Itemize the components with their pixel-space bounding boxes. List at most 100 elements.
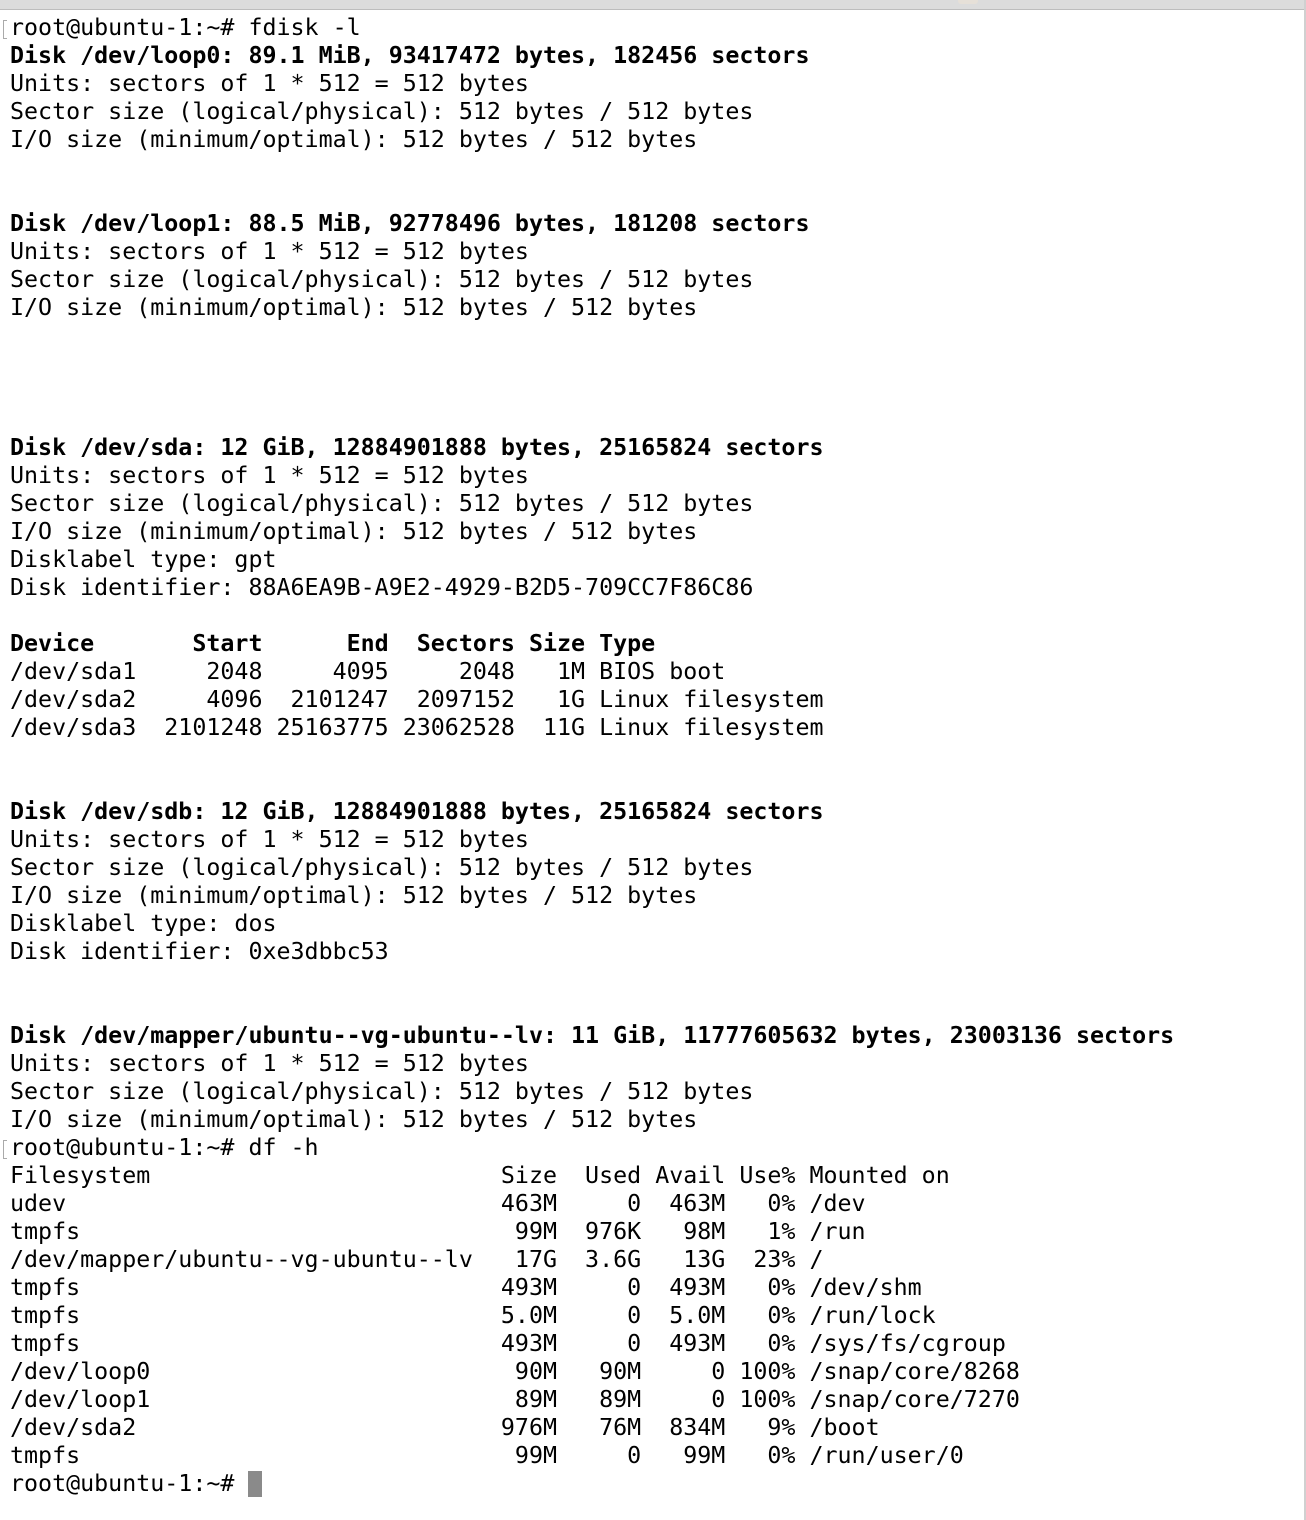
terminal-line: udev 463M 0 463M 0% /dev: [10, 1190, 1300, 1218]
terminal-line: tmpfs 99M 976K 98M 1% /run: [10, 1218, 1300, 1246]
terminal-line: tmpfs 99M 0 99M 0% /run/user/0: [10, 1442, 1300, 1470]
window-top-border: [0, 0, 1306, 10]
terminal-line: Sector size (logical/physical): 512 byte…: [10, 490, 1300, 518]
prompt-text: root@ubuntu-1:~#: [10, 1470, 249, 1497]
line-text: Sector size (logical/physical): 512 byte…: [10, 490, 754, 517]
terminal-line: I/O size (minimum/optimal): 512 bytes / …: [10, 294, 1300, 322]
line-text: root@ubuntu-1:~# df -h: [10, 1134, 319, 1161]
line-text: /dev/sda2 4096 2101247 2097152 1G Linux …: [10, 686, 824, 713]
line-text: tmpfs 493M 0 493M 0% /dev/shm: [10, 1274, 922, 1301]
terminal-line: /dev/loop1 89M 89M 0 100% /snap/core/727…: [10, 1386, 1300, 1414]
line-text: /dev/loop0 90M 90M 0 100% /snap/core/826…: [10, 1358, 1020, 1385]
terminal-line: root@ubuntu-1:~# df -h: [3, 1134, 1300, 1162]
terminal-line: Units: sectors of 1 * 512 = 512 bytes: [10, 238, 1300, 266]
line-text: tmpfs 99M 0 99M 0% /run/user/0: [10, 1442, 964, 1469]
line-text: root@ubuntu-1:~# fdisk -l: [10, 14, 361, 41]
terminal-line: Sector size (logical/physical): 512 byte…: [10, 266, 1300, 294]
line-text: tmpfs 5.0M 0 5.0M 0% /run/lock: [10, 1302, 936, 1329]
terminal-line: Disklabel type: gpt: [10, 546, 1300, 574]
line-text: Disk identifier: 88A6EA9B-A9E2-4929-B2D5…: [10, 574, 754, 601]
terminal-line: Disk identifier: 88A6EA9B-A9E2-4929-B2D5…: [10, 574, 1300, 602]
terminal-line: Sector size (logical/physical): 512 byte…: [10, 854, 1300, 882]
line-text: Sector size (logical/physical): 512 byte…: [10, 1078, 754, 1105]
terminal-line: Disk /dev/loop1: 88.5 MiB, 92778496 byte…: [10, 210, 1300, 238]
terminal-line: /dev/sda2 4096 2101247 2097152 1G Linux …: [10, 686, 1300, 714]
line-text: /dev/sda2 976M 76M 834M 9% /boot: [10, 1414, 880, 1441]
terminal-line: root@ubuntu-1:~# fdisk -l: [3, 14, 1300, 42]
cursor-icon: [248, 1471, 263, 1497]
terminal-line: Units: sectors of 1 * 512 = 512 bytes: [10, 1050, 1300, 1078]
terminal-line: I/O size (minimum/optimal): 512 bytes / …: [10, 1106, 1300, 1134]
line-text: tmpfs 493M 0 493M 0% /sys/fs/cgroup: [10, 1330, 1006, 1357]
line-text: Units: sectors of 1 * 512 = 512 bytes: [10, 1050, 529, 1077]
line-text: I/O size (minimum/optimal): 512 bytes / …: [10, 518, 698, 545]
terminal-line: /dev/mapper/ubuntu--vg-ubuntu--lv 17G 3.…: [10, 1246, 1300, 1274]
terminal-line: /dev/sda3 2101248 25163775 23062528 11G …: [10, 714, 1300, 742]
line-text: Sector size (logical/physical): 512 byte…: [10, 854, 754, 881]
terminal-line: Disk /dev/mapper/ubuntu--vg-ubuntu--lv: …: [10, 1022, 1300, 1050]
terminal-line: I/O size (minimum/optimal): 512 bytes / …: [10, 518, 1300, 546]
terminal-line: Disk /dev/sda: 12 GiB, 12884901888 bytes…: [10, 434, 1300, 462]
terminal-line: Units: sectors of 1 * 512 = 512 bytes: [10, 70, 1300, 98]
terminal-line: tmpfs 493M 0 493M 0% /dev/shm: [10, 1274, 1300, 1302]
terminal-line: /dev/loop0 90M 90M 0 100% /snap/core/826…: [10, 1358, 1300, 1386]
line-text: Disklabel type: dos: [10, 910, 277, 937]
line-text: Units: sectors of 1 * 512 = 512 bytes: [10, 70, 529, 97]
terminal-line: Disk identifier: 0xe3dbbc53: [10, 938, 1300, 966]
line-text: Units: sectors of 1 * 512 = 512 bytes: [10, 462, 529, 489]
line-text: /dev/sda1 2048 4095 2048 1M BIOS boot: [10, 658, 726, 685]
line-text: I/O size (minimum/optimal): 512 bytes / …: [10, 126, 698, 153]
terminal-line: /dev/sda2 976M 76M 834M 9% /boot: [10, 1414, 1300, 1442]
terminal-line: Disk /dev/loop0: 89.1 MiB, 93417472 byte…: [10, 42, 1300, 70]
terminal-line: Sector size (logical/physical): 512 byte…: [10, 1078, 1300, 1106]
line-text: /dev/sda3 2101248 25163775 23062528 11G …: [10, 714, 824, 741]
terminal-line: Sector size (logical/physical): 512 byte…: [10, 98, 1300, 126]
line-text: udev 463M 0 463M 0% /dev: [10, 1190, 866, 1217]
terminal-lines: root@ubuntu-1:~# fdisk -l Disk /dev/loop0…: [3, 14, 1300, 1470]
terminal-line: I/O size (minimum/optimal): 512 bytes / …: [10, 882, 1300, 910]
terminal-line: Disk /dev/sdb: 12 GiB, 12884901888 bytes…: [10, 798, 1300, 826]
terminal-line: Device Start End Sectors Size Type: [10, 630, 1300, 658]
line-text: Disk /dev/sdb: 12 GiB, 12884901888 bytes…: [10, 798, 824, 825]
line-text: Device Start End Sectors Size Type: [10, 630, 656, 657]
line-text: Disk /dev/mapper/ubuntu--vg-ubuntu--lv: …: [10, 1022, 1175, 1049]
terminal-prompt-line[interactable]: root@ubuntu-1:~#: [10, 1470, 1300, 1498]
terminal-line: /dev/sda1 2048 4095 2048 1M BIOS boot: [10, 658, 1300, 686]
line-text: I/O size (minimum/optimal): 512 bytes / …: [10, 882, 698, 909]
line-text: Units: sectors of 1 * 512 = 512 bytes: [10, 238, 529, 265]
terminal-line: Disklabel type: dos: [10, 910, 1300, 938]
line-text: Disk /dev/loop1: 88.5 MiB, 92778496 byte…: [10, 210, 810, 237]
line-text: Disk /dev/loop0: 89.1 MiB, 93417472 byte…: [10, 42, 810, 69]
line-text: Disklabel type: gpt: [10, 546, 277, 573]
terminal-line: I/O size (minimum/optimal): 512 bytes / …: [10, 126, 1300, 154]
terminal-line: tmpfs 5.0M 0 5.0M 0% /run/lock: [10, 1302, 1300, 1330]
terminal-line: Units: sectors of 1 * 512 = 512 bytes: [10, 826, 1300, 854]
terminal-line: tmpfs 493M 0 493M 0% /sys/fs/cgroup: [10, 1330, 1300, 1358]
line-text: /dev/mapper/ubuntu--vg-ubuntu--lv 17G 3.…: [10, 1246, 824, 1273]
terminal-output[interactable]: root@ubuntu-1:~# fdisk -l Disk /dev/loop0…: [3, 14, 1300, 1498]
line-text: Disk /dev/sda: 12 GiB, 12884901888 bytes…: [10, 434, 824, 461]
line-text: Sector size (logical/physical): 512 byte…: [10, 98, 754, 125]
terminal-line: Units: sectors of 1 * 512 = 512 bytes: [10, 462, 1300, 490]
line-text: Disk identifier: 0xe3dbbc53: [10, 938, 389, 965]
line-text: /dev/loop1 89M 89M 0 100% /snap/core/727…: [10, 1386, 1020, 1413]
line-text: I/O size (minimum/optimal): 512 bytes / …: [10, 1106, 698, 1133]
line-text: Units: sectors of 1 * 512 = 512 bytes: [10, 826, 529, 853]
line-text: tmpfs 99M 976K 98M 1% /run: [10, 1218, 866, 1245]
prompt-marker-icon: [3, 1140, 7, 1159]
terminal-line: Filesystem Size Used Avail Use% Mounted …: [10, 1162, 1300, 1190]
line-text: Sector size (logical/physical): 512 byte…: [10, 266, 754, 293]
line-text: Filesystem Size Used Avail Use% Mounted …: [10, 1162, 950, 1189]
window-corner-icon: [958, 0, 978, 4]
